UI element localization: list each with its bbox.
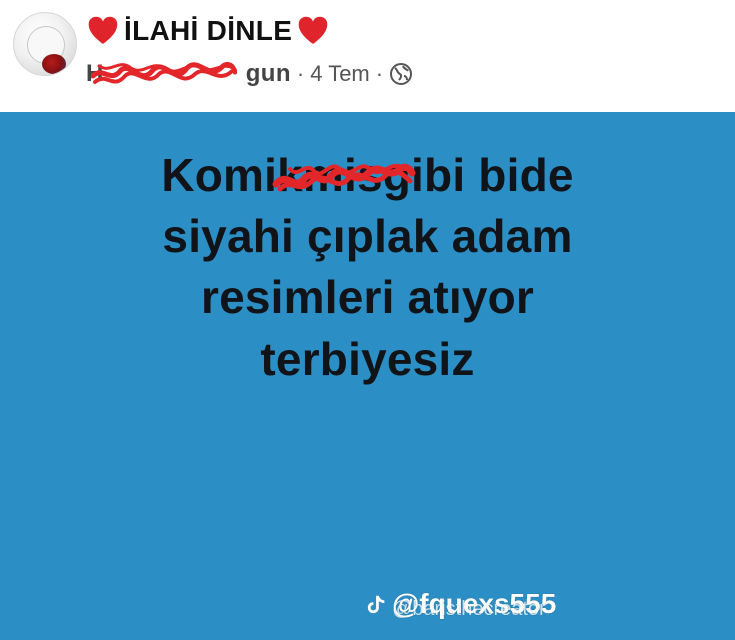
tiktok-icon	[367, 595, 385, 614]
post-text-line-2: siyahi çıplak adam	[162, 210, 573, 263]
globe-icon	[390, 63, 413, 85]
post-text-line-1: Komikmisgibi bide	[161, 149, 574, 201]
page-title-row: İLAHİ DİNLE	[86, 10, 330, 52]
author-name[interactable]: Hgun	[86, 60, 291, 88]
meta-separator-2: ·	[375, 61, 384, 86]
heart-icon	[298, 16, 328, 44]
page-avatar[interactable]	[13, 12, 77, 76]
post-date[interactable]: 4 Tem	[310, 61, 370, 87]
author-redaction	[91, 61, 237, 84]
post-text: Komikmisgibi bide siyahi çıplak adam res…	[0, 145, 735, 390]
post-header: İLAHİ DİNLE Hgun · 4 Tem ·	[0, 0, 735, 110]
watermark: @fquexs555 @baristhecreator	[366, 590, 576, 630]
avatar-badge	[42, 54, 66, 74]
screen: İLAHİ DİNLE Hgun · 4 Tem · Komikmisgibi …	[0, 0, 735, 640]
page-title[interactable]: İLAHİ DİNLE	[124, 17, 292, 45]
post-text-line-4: terbiyesiz	[260, 332, 475, 385]
post-text-line-3: resimleri atıyor	[200, 271, 535, 324]
meta-separator: ·	[296, 61, 305, 86]
author-suffix: gun	[245, 60, 291, 87]
heart-icon	[88, 16, 118, 44]
watermark-secondary-handle: @baristhecreator	[392, 598, 546, 620]
post-meta: Hgun · 4 Tem ·	[86, 57, 413, 91]
